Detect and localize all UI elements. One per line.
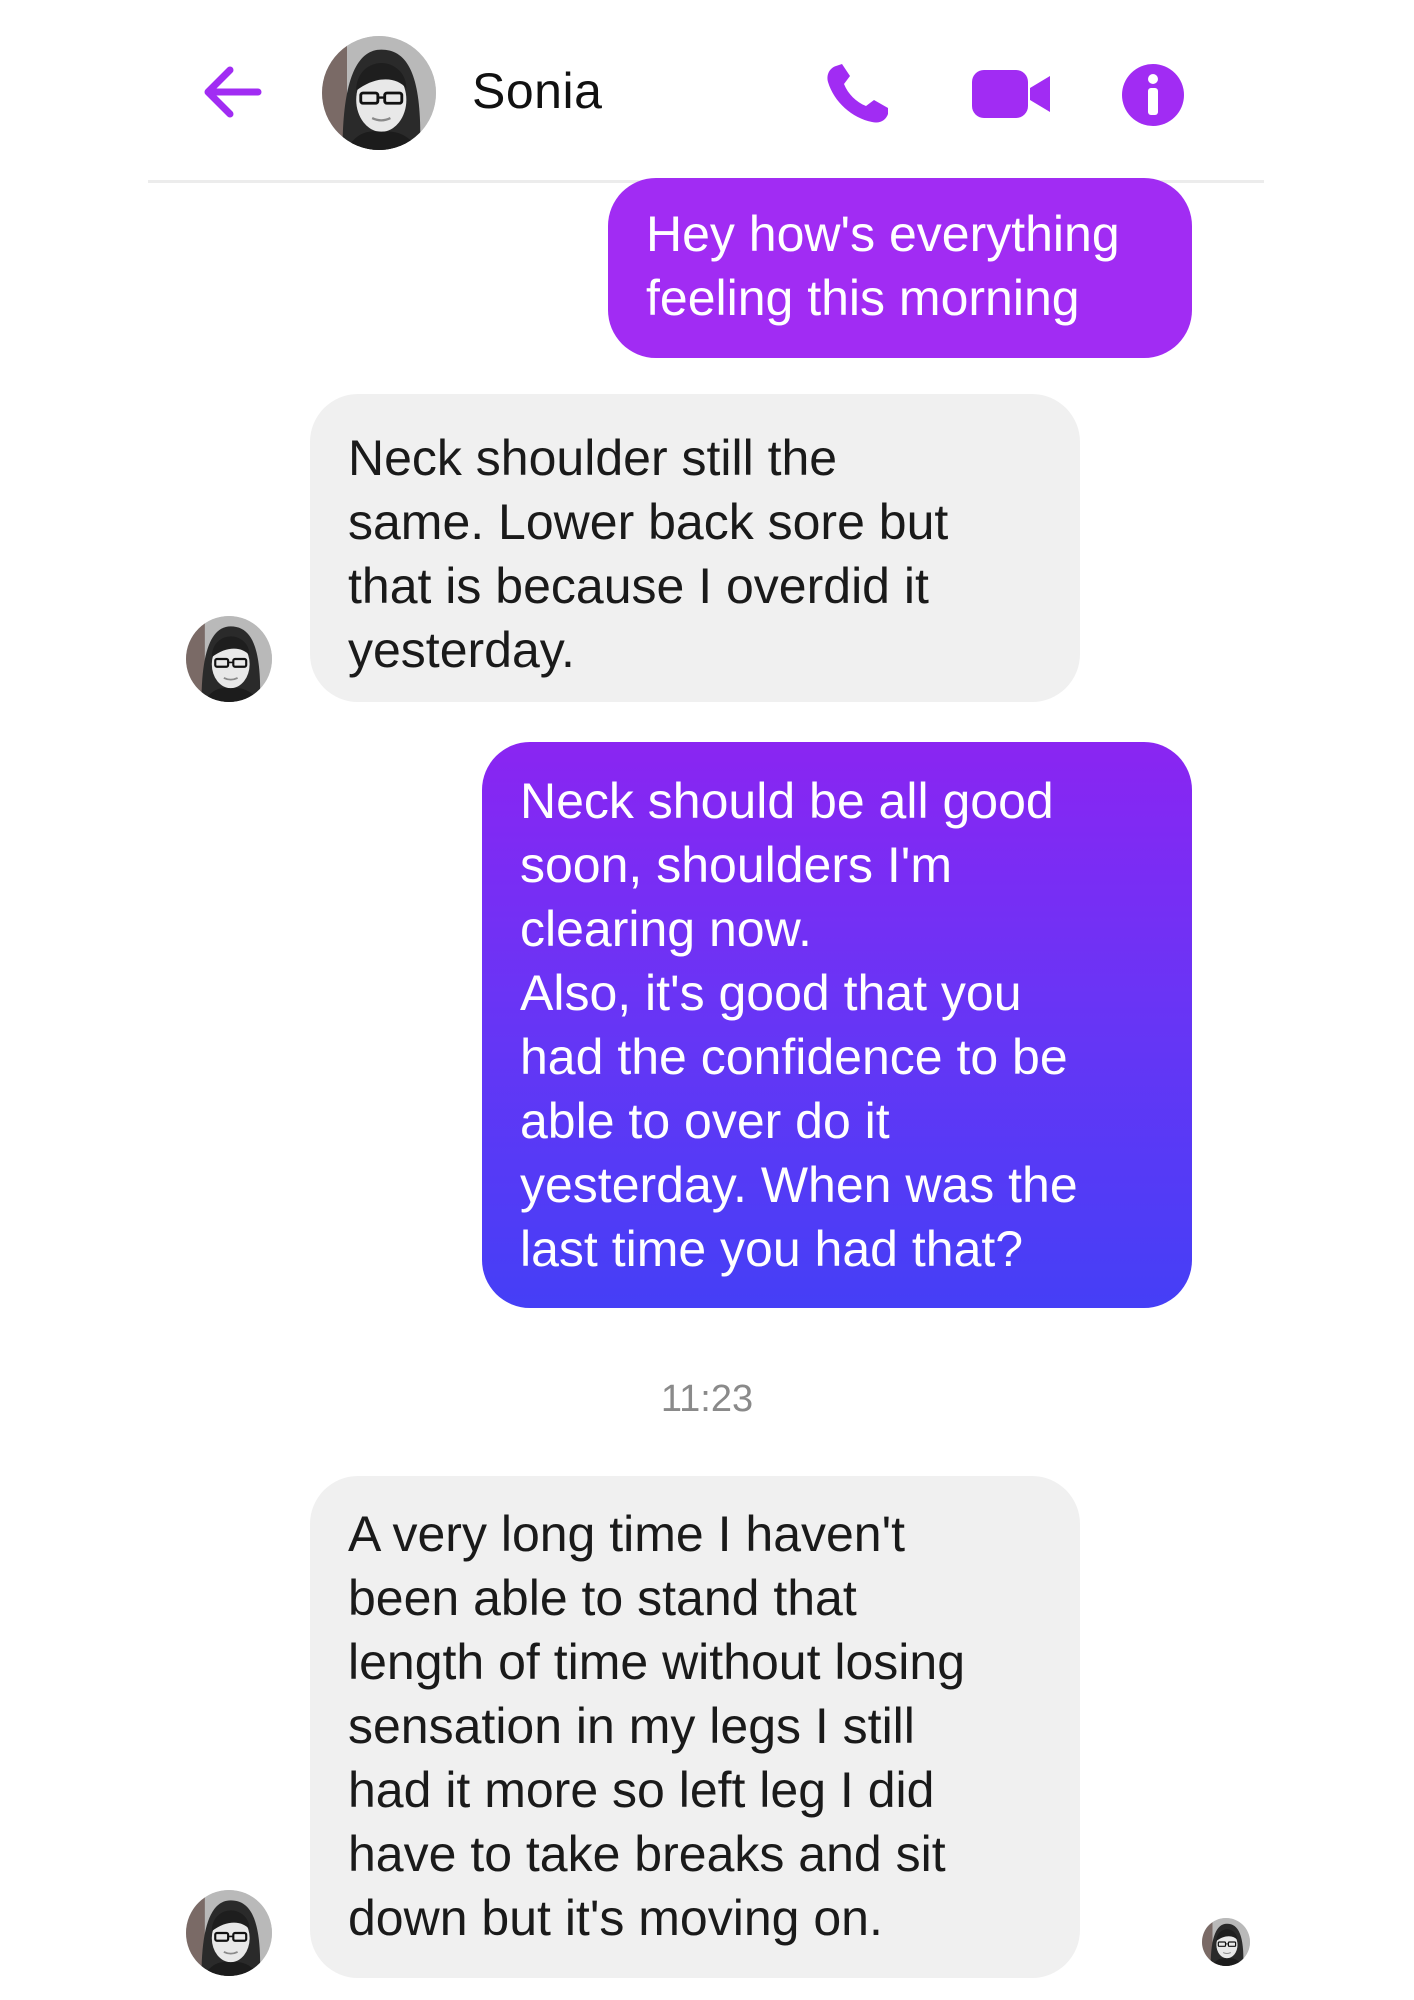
phone-icon <box>827 64 888 123</box>
back-button[interactable] <box>200 62 264 122</box>
message-text-line: Neck should be all good <box>520 773 1054 829</box>
message-text-line: had it more so left leg I did <box>348 1762 935 1818</box>
message-text-line: yesterday. <box>348 622 575 678</box>
message-text-line: able to over do it <box>520 1093 890 1149</box>
call-button[interactable] <box>824 62 894 124</box>
info-icon <box>1122 64 1184 126</box>
contact-avatar[interactable] <box>322 36 436 150</box>
message-bubble-outgoing[interactable]: Neck should be all good soon, shoulders … <box>482 742 1192 1308</box>
message-text-line: yesterday. When was the <box>520 1157 1078 1213</box>
message-text-line: Also, it's good that you <box>520 965 1022 1021</box>
message-text-line: soon, shoulders I'm <box>520 837 952 893</box>
contact-name[interactable]: Sonia <box>472 62 602 120</box>
video-call-button[interactable] <box>970 66 1052 122</box>
message-text-line: sensation in my legs I still <box>348 1698 915 1754</box>
message-text-line: Hey how's everything <box>646 206 1120 262</box>
message-text-line: been able to stand that <box>348 1570 857 1626</box>
sender-avatar[interactable] <box>186 616 272 702</box>
message-bubble-outgoing[interactable]: Hey how's everything feeling this mornin… <box>608 178 1192 358</box>
message-text-line: have to take breaks and sit <box>348 1826 946 1882</box>
message-bubble-incoming[interactable]: Neck shoulder still the same. Lower back… <box>310 394 1080 702</box>
message-text-line: Neck shoulder still the <box>348 430 838 486</box>
read-receipt-avatar <box>1202 1918 1250 1966</box>
message-text-line: clearing now. <box>520 901 812 957</box>
message-text-line: down but it's moving on. <box>348 1890 883 1946</box>
message-text-line: length of time without losing <box>348 1634 966 1690</box>
back-arrow-icon <box>204 66 262 118</box>
message-timestamp: 11:23 <box>660 1378 754 1420</box>
message-text-line: same. Lower back sore but <box>348 494 949 550</box>
message-text-line: feeling this morning <box>646 270 1080 326</box>
video-camera-icon <box>972 70 1050 118</box>
message-bubble-incoming[interactable]: A very long time I haven't been able to … <box>310 1476 1080 1978</box>
message-text-line: A very long time I haven't <box>348 1506 906 1562</box>
message-text-line: that is because I overdid it <box>348 558 929 614</box>
conversation-header: Sonia <box>148 0 1264 183</box>
message-text-line: had the confidence to be <box>520 1029 1068 1085</box>
sender-avatar[interactable] <box>186 1890 272 1976</box>
message-text-line: last time you had that? <box>520 1221 1024 1277</box>
info-button[interactable] <box>1120 62 1186 128</box>
